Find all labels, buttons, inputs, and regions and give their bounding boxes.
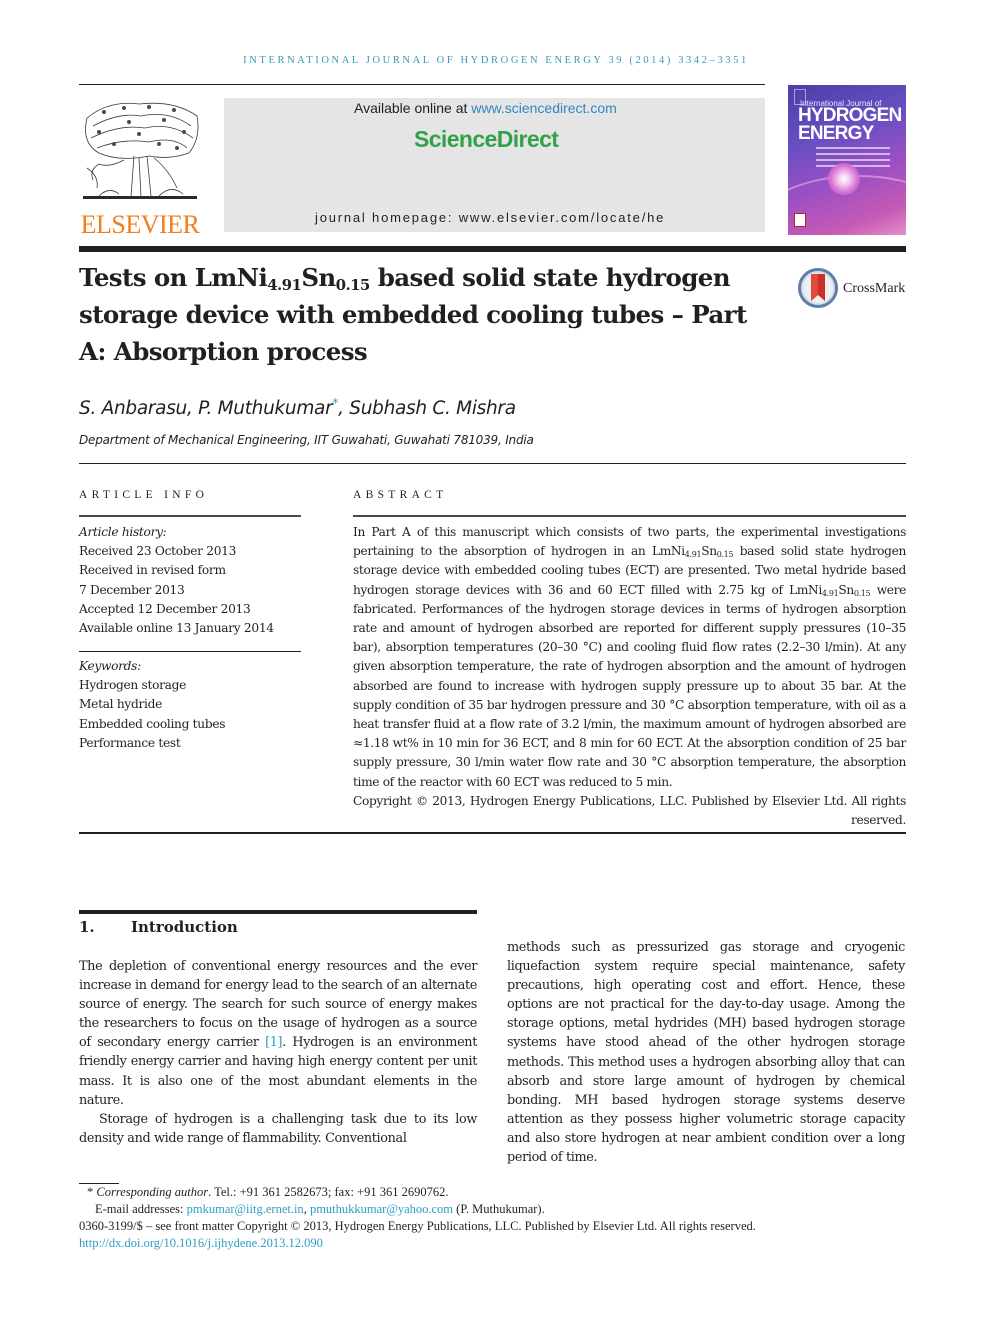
elsevier-wordmark: ELSEVIER [80,210,200,239]
author-3[interactable]: , Subhash C. Mishra [338,398,516,419]
cover-title-line2: ENERGY [798,123,874,144]
footnotes: * Corresponding author. Tel.: +91 361 25… [79,1184,919,1252]
header-thick-rule [79,246,906,252]
cover-orb-decoration [828,163,860,195]
history-item: Received in revised form [79,563,226,578]
section-rule [79,910,477,914]
sciencedirect-logo[interactable]: ScienceDirect [414,126,559,153]
keywords: Keywords: Hydrogen storage Metal hydride… [79,657,309,753]
running-head: International Journal of Hydrogen Energy… [243,55,749,66]
author-list: S. Anbarasu, P. Muthukumar*, Subhash C. … [79,396,516,419]
section-number: 1. [79,918,95,936]
elsevier-tree-icon [83,102,199,199]
paragraph: methods such as pressurized gas storage … [507,940,905,1166]
keywords-label: Keywords: [79,659,141,673]
history-item: Accepted 12 December 2013 [79,601,251,616]
body-column-left: The depletion of conventional energy res… [79,957,477,1148]
cover-badge-icon [794,213,806,227]
crossmark-icon [798,268,838,308]
history-item: Received 23 October 2013 [79,544,237,559]
body-column-right: methods such as pressurized gas storage … [507,938,905,1167]
doi-link[interactable]: http://dx.doi.org/10.1016/j.ijhydene.201… [79,1236,323,1250]
divider [79,832,906,834]
history-item: 7 December 2013 [79,582,185,597]
sciencedirect-link[interactable]: www.sciencedirect.com [471,100,617,116]
issn-copyright-line: 0360-3199/$ – see front matter Copyright… [79,1219,756,1233]
article-info-rule [79,515,301,517]
email-link[interactable]: pmkumar@iitg.ernet.in [187,1202,304,1216]
author-1[interactable]: S. Anbarasu, [79,398,198,419]
article-info-heading: ARTICLE INFO [79,489,209,501]
corresponding-author-note: * Corresponding author. Tel.: +91 361 25… [87,1185,449,1199]
divider [79,463,906,464]
paragraph: The depletion of conventional energy res… [79,959,477,1108]
cover-big-title: HYDROGEN ENERGY [798,106,902,144]
abstract-copyright: Copyright © 2013, Hydrogen Energy Public… [353,793,906,828]
available-online-prefix: Available online at [354,100,472,116]
author-2[interactable]: P. Muthukumar [198,398,333,419]
abstract-heading: ABSTRACT [353,489,448,501]
section-heading-introduction: 1. Introduction [79,918,238,936]
top-rule [79,84,765,85]
keyword-item: Metal hydride [79,697,163,712]
elsevier-logo[interactable]: ELSEVIER [79,98,201,239]
history-label: Article history: [79,525,167,539]
crossmark-label: CrossMark [843,281,906,296]
affiliation: Department of Mechanical Engineering, II… [79,433,534,447]
email-link[interactable]: pmuthukkumar@yahoo.com [310,1202,453,1216]
crossmark-button[interactable]: CrossMark [798,268,913,310]
available-online: Available online at www.sciencedirect.co… [354,100,617,116]
paragraph: Storage of hydrogen is a challenging tas… [79,1111,477,1146]
article-title: Tests on LmNi4.91Sn0.15 based solid stat… [79,263,747,366]
journal-homepage[interactable]: journal homepage: www.elsevier.com/locat… [315,210,665,225]
keyword-item: Embedded cooling tubes [79,716,226,731]
abstract-body: In Part A of this manuscript which consi… [353,523,906,830]
keyword-item: Performance test [79,735,181,750]
article-history: Article history: Received 23 October 201… [79,523,309,638]
keyword-item: Hydrogen storage [79,678,187,693]
history-item: Available online 13 January 2014 [79,621,274,636]
keywords-rule [79,651,301,652]
email-note: E-mail addresses: pmkumar@iitg.ernet.in,… [95,1202,545,1216]
reference-link[interactable]: [1] [265,1035,282,1050]
sciencedirect-banner: Available online at www.sciencedirect.co… [224,98,765,232]
abstract-rule [353,515,906,517]
journal-cover-image[interactable]: International Journal of HYDROGEN ENERGY [788,85,906,235]
section-title: Introduction [131,918,238,936]
